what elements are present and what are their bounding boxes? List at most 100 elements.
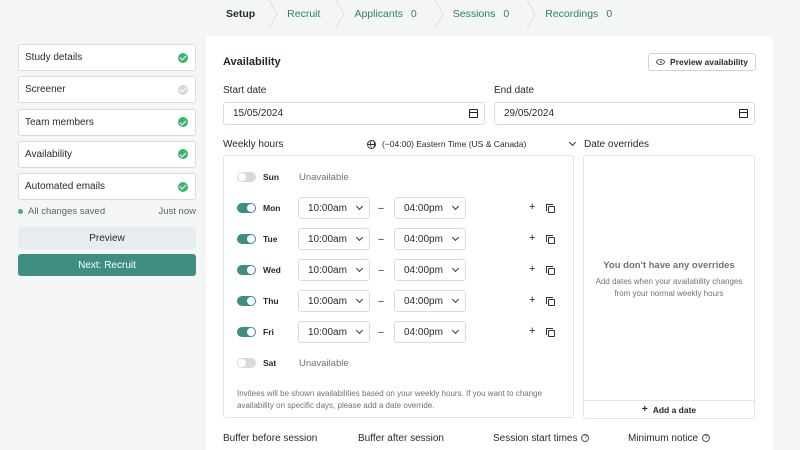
chevron-down-icon	[451, 264, 460, 273]
chevron-down-icon	[568, 138, 577, 147]
end-date-input[interactable]: 29/05/2024	[494, 102, 755, 125]
plus-icon[interactable]: +	[529, 232, 535, 244]
start-time-value: 10:00am	[308, 295, 347, 307]
step-recruit[interactable]: Recruit	[273, 0, 346, 28]
copy-icon[interactable]	[546, 297, 555, 306]
day-toggle[interactable]	[237, 358, 256, 368]
start-time-value: 10:00am	[308, 264, 347, 276]
start-time-select[interactable]: 10:00am	[298, 228, 370, 250]
sidebar-item-label: Team members	[25, 116, 94, 128]
end-time-select[interactable]: 04:00pm	[394, 197, 466, 219]
chevron-down-icon	[355, 295, 364, 304]
end-time-value: 04:00pm	[404, 326, 443, 338]
chevron-down-icon	[451, 202, 460, 211]
date-overrides-label: Date overrides	[584, 139, 650, 150]
day-toggle[interactable]	[237, 327, 256, 337]
start-time-value: 10:00am	[308, 233, 347, 245]
weekly-hours-panel: Sun Unavailable Mon 10:00am – 04:00pm Tu…	[223, 155, 574, 418]
day-toggle[interactable]	[237, 234, 256, 244]
timezone-select[interactable]: (−04:00) Eastern Time (US & Canada)	[367, 138, 577, 149]
status-dot-icon	[18, 208, 23, 214]
sidebar-item-availability[interactable]: Availability	[18, 140, 196, 168]
sidebar-item-label: Automated emails	[25, 181, 106, 193]
day-label: Mon	[263, 203, 281, 213]
plus-icon: +	[641, 404, 648, 415]
sidebar-item-team-members[interactable]: Team members	[18, 108, 196, 136]
help-icon[interactable]: ?	[581, 434, 590, 443]
step-applicants[interactable]: Applicants 0	[340, 0, 444, 28]
preview-availability-button[interactable]: Preview availability	[648, 53, 756, 71]
day-toggle[interactable]	[237, 203, 256, 213]
copy-icon[interactable]	[546, 235, 555, 244]
start-time-select[interactable]: 10:00am	[298, 290, 370, 312]
day-label: Tue	[263, 234, 278, 244]
weekly-hours-note: Invitees will be shown availabilities ba…	[237, 389, 543, 410]
day-row-sat: Sat Unavailable	[237, 352, 349, 374]
step-sessions[interactable]: Sessions 0	[439, 0, 536, 28]
start-time-select[interactable]: 10:00am	[298, 197, 370, 219]
step-count: 0	[410, 8, 417, 20]
step-label: Sessions	[452, 8, 496, 20]
end-time-value: 04:00pm	[404, 233, 443, 245]
sidebar-item-screener[interactable]: Screener	[18, 76, 196, 104]
save-status: All changes saved Just now	[18, 205, 196, 217]
check-circle-icon	[178, 149, 188, 160]
chevron-down-icon	[355, 326, 364, 335]
copy-icon[interactable]	[546, 328, 555, 337]
calendar-icon[interactable]	[469, 109, 478, 118]
end-date-value: 29/05/2024	[504, 108, 555, 119]
end-time-select[interactable]: 04:00pm	[394, 228, 466, 250]
start-time-value: 10:00am	[308, 202, 347, 214]
sidebar: Study details Screener Team members Avai…	[18, 44, 196, 277]
start-date-input[interactable]: 15/05/2024	[223, 102, 485, 125]
saved-text: All changes saved	[28, 205, 106, 217]
next-recruit-button[interactable]: Next: Recruit	[18, 254, 196, 277]
day-toggle[interactable]	[237, 296, 256, 306]
day-label: Sat	[263, 358, 277, 368]
end-time-select[interactable]: 04:00pm	[394, 321, 466, 343]
plus-icon[interactable]: +	[529, 294, 535, 306]
end-time-value: 04:00pm	[404, 264, 443, 276]
sidebar-item-automated-emails[interactable]: Automated emails	[18, 173, 196, 201]
end-date-label: End date	[494, 85, 535, 96]
day-toggle[interactable]	[237, 172, 256, 182]
help-icon[interactable]: ?	[702, 434, 711, 443]
session-start-times-label: Session start times?	[493, 433, 590, 444]
plus-icon[interactable]: +	[529, 263, 535, 275]
day-label: Thu	[263, 296, 279, 306]
plus-icon[interactable]: +	[529, 201, 535, 213]
end-time-select[interactable]: 04:00pm	[394, 259, 466, 281]
step-label: Recruit	[287, 8, 321, 20]
calendar-icon[interactable]	[739, 109, 748, 118]
step-setup[interactable]: Setup	[210, 0, 278, 28]
preview-availability-label: Preview availability	[670, 57, 748, 67]
sidebar-item-label: Screener	[25, 84, 66, 96]
day-toggle[interactable]	[237, 265, 256, 275]
copy-icon[interactable]	[546, 204, 555, 213]
no-overrides-subtitle: Add dates when your availability changes…	[595, 277, 743, 298]
day-label: Sun	[263, 172, 280, 182]
step-recordings[interactable]: Recordings 0	[531, 0, 626, 28]
check-circle-icon	[178, 52, 188, 63]
sidebar-item-label: Study details	[25, 52, 83, 63]
no-overrides-title: You don't have any overrides	[603, 260, 735, 271]
preview-button[interactable]: Preview	[18, 227, 196, 250]
unavailable-text: Unavailable	[299, 357, 349, 369]
check-circle-icon	[178, 117, 188, 128]
day-row-wed: Wed 10:00am – 04:00pm	[237, 259, 466, 281]
chevron-down-icon	[355, 233, 364, 242]
end-time-select[interactable]: 04:00pm	[394, 290, 466, 312]
availability-card: Availability Preview availability Start …	[206, 36, 773, 450]
copy-icon[interactable]	[546, 266, 555, 275]
start-time-select[interactable]: 10:00am	[298, 259, 370, 281]
day-row-sun: Sun Unavailable	[237, 166, 349, 188]
day-label: Fri	[263, 327, 274, 337]
plus-icon[interactable]: +	[529, 325, 535, 337]
chevron-down-icon	[355, 202, 364, 211]
check-circle-icon	[178, 84, 188, 95]
start-time-value: 10:00am	[308, 326, 347, 338]
sidebar-item-study-details[interactable]: Study details	[18, 44, 196, 71]
start-time-select[interactable]: 10:00am	[298, 321, 370, 343]
add-date-button[interactable]: + Add a date	[584, 400, 754, 418]
saved-time: Just now	[158, 205, 197, 217]
